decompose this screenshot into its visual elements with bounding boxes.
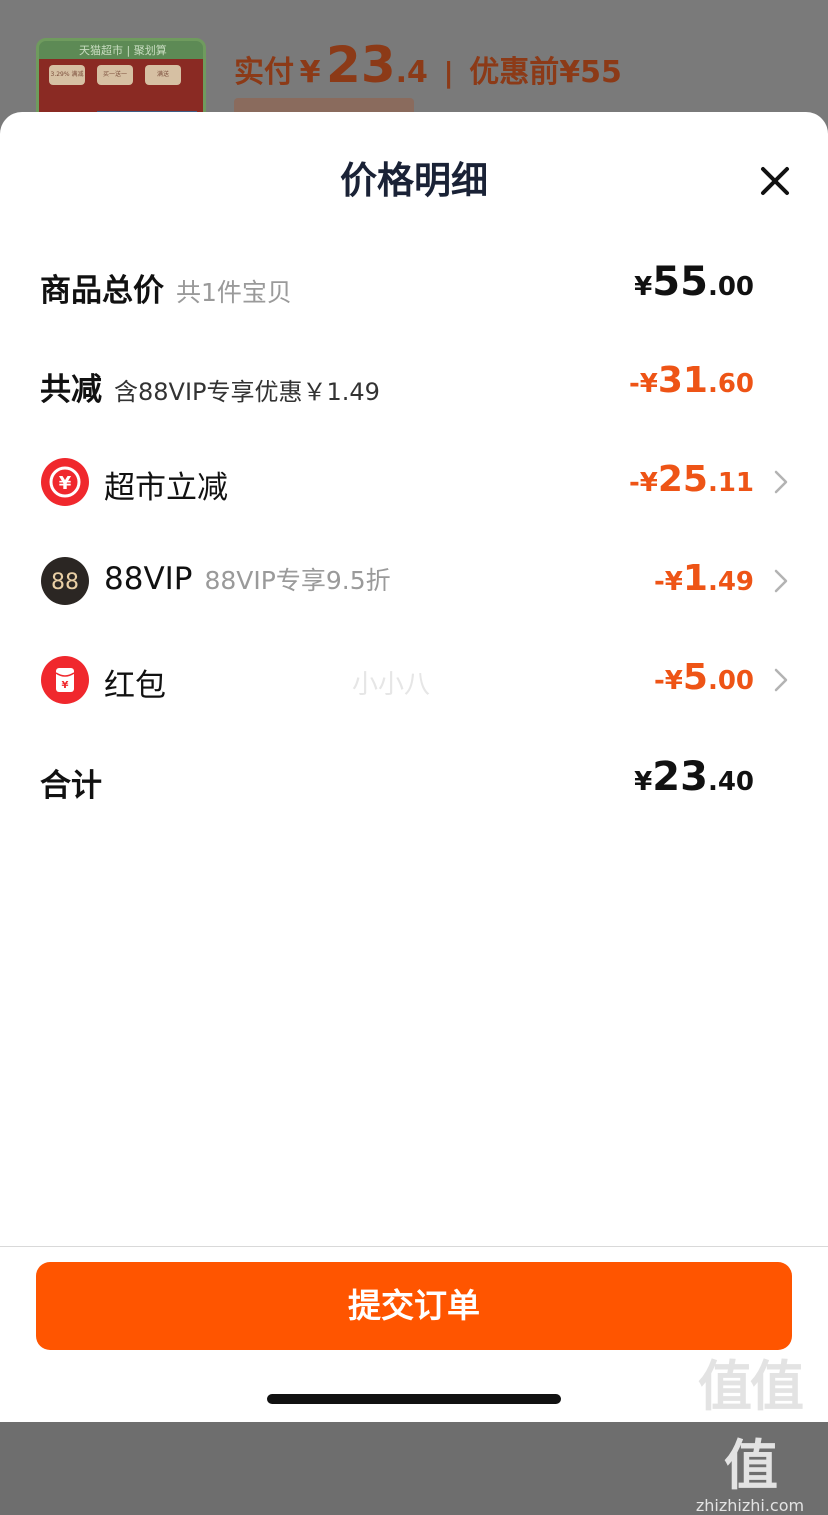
price-detail-sheet: 价格明细 商品总价 共1件宝贝 ¥55.00 共减 含88VIP专享优惠￥1.49 …: [0, 112, 828, 1515]
88vip-icon: 88: [41, 557, 89, 605]
close-icon[interactable]: [756, 162, 794, 200]
reduction-note: 含88VIP专享优惠￥1.49: [114, 378, 380, 406]
sheet-title: 价格明细: [340, 159, 488, 202]
row-grand-total: 合计 ¥23.40: [0, 750, 828, 810]
red-packet-icon: ¥: [41, 656, 89, 704]
watermark-text: 小小八: [352, 670, 431, 700]
amount-dec: .60: [707, 369, 754, 399]
currency-symbol: -¥: [628, 369, 658, 399]
thumbnail-pill: 买一送一: [97, 65, 133, 85]
paid-symbol: ¥: [299, 55, 321, 90]
watermark-site: zhizhizhi.com: [695, 1496, 805, 1515]
supermarket-discount-icon: ¥: [41, 458, 89, 506]
paid-price: 实付 ¥ 23.4 | 优惠前¥55: [234, 36, 622, 94]
currency-symbol: ¥: [634, 767, 653, 797]
watermark-logo-glyphs: 值值值: [698, 1355, 804, 1497]
vip-note: 88VIP专享9.5折: [204, 566, 391, 595]
red-packet-label: 红包: [104, 668, 166, 704]
paid-int: 23: [326, 36, 396, 94]
price-separator: |: [443, 56, 454, 89]
divider: [0, 1246, 828, 1247]
home-indicator: [267, 1394, 561, 1404]
chevron-right-icon: [774, 470, 788, 494]
grand-total-label: 合计: [40, 768, 102, 804]
amount-dec: .40: [707, 767, 754, 797]
amount-int: 23: [652, 754, 708, 800]
amount-dec: .00: [707, 272, 754, 302]
paid-dec: .4: [395, 55, 428, 90]
thumbnail-pill: 3.29% 满减券: [49, 65, 85, 85]
svg-text:¥: ¥: [62, 680, 69, 691]
row-label: 商品总价 共1件宝贝: [40, 265, 292, 310]
currency-symbol: -¥: [628, 468, 658, 498]
currency-symbol: -¥: [653, 666, 683, 696]
amount-dec: .49: [707, 567, 754, 597]
goods-total-amount: ¥55.00: [634, 259, 754, 305]
chevron-right-icon: [774, 569, 788, 593]
original-value: ¥55: [559, 55, 622, 90]
watermark-logo: 值值值 zhizhizhi.com: [680, 1342, 820, 1515]
supermarket-discount-label: 超市立减: [104, 470, 228, 506]
row-label: 共减 含88VIP专享优惠￥1.49: [40, 364, 380, 409]
thumbnail-caption: 天猫超市 | 聚划算: [79, 44, 167, 57]
thumbnail-pill: 满送: [145, 65, 181, 85]
amount-int: 1: [682, 558, 708, 599]
svg-text:¥: ¥: [59, 473, 72, 494]
amount-dec: .11: [707, 468, 754, 498]
amount-int: 31: [657, 360, 708, 401]
submit-order-button[interactable]: 提交订单: [36, 1262, 792, 1350]
row-goods-total: 商品总价 共1件宝贝 ¥55.00: [0, 255, 828, 315]
currency-symbol: -¥: [653, 567, 683, 597]
svg-text:88: 88: [51, 570, 79, 595]
vip-label: 88VIP: [104, 561, 193, 597]
paid-label: 实付: [234, 55, 294, 90]
amount-int: 5: [682, 657, 708, 698]
grand-total-amount: ¥23.40: [634, 754, 754, 800]
goods-count: 共1件宝贝: [176, 278, 292, 307]
amount-int: 55: [652, 259, 708, 305]
red-packet-amount: -¥5.00: [654, 657, 754, 698]
reduction-label: 共减: [40, 372, 102, 408]
currency-symbol: ¥: [634, 272, 653, 302]
chevron-right-icon: [774, 668, 788, 692]
row-supermarket-discount[interactable]: ¥ 超市立减 -¥25.11: [0, 452, 828, 512]
row-88vip[interactable]: 88 88VIP 88VIP专享9.5折 -¥1.49: [0, 551, 828, 611]
supermarket-discount-amount: -¥25.11: [629, 459, 754, 500]
original-label: 优惠前: [469, 55, 560, 90]
reduction-amount: -¥31.60: [629, 360, 754, 401]
row-label: 88VIP 88VIP专享9.5折: [104, 561, 391, 597]
amount-dec: .00: [707, 666, 754, 696]
row-total-reduction: 共减 含88VIP专享优惠￥1.49 -¥31.60: [0, 354, 828, 414]
amount-int: 25: [657, 459, 708, 500]
goods-total-label: 商品总价: [40, 273, 164, 309]
vip-discount-amount: -¥1.49: [654, 558, 754, 599]
